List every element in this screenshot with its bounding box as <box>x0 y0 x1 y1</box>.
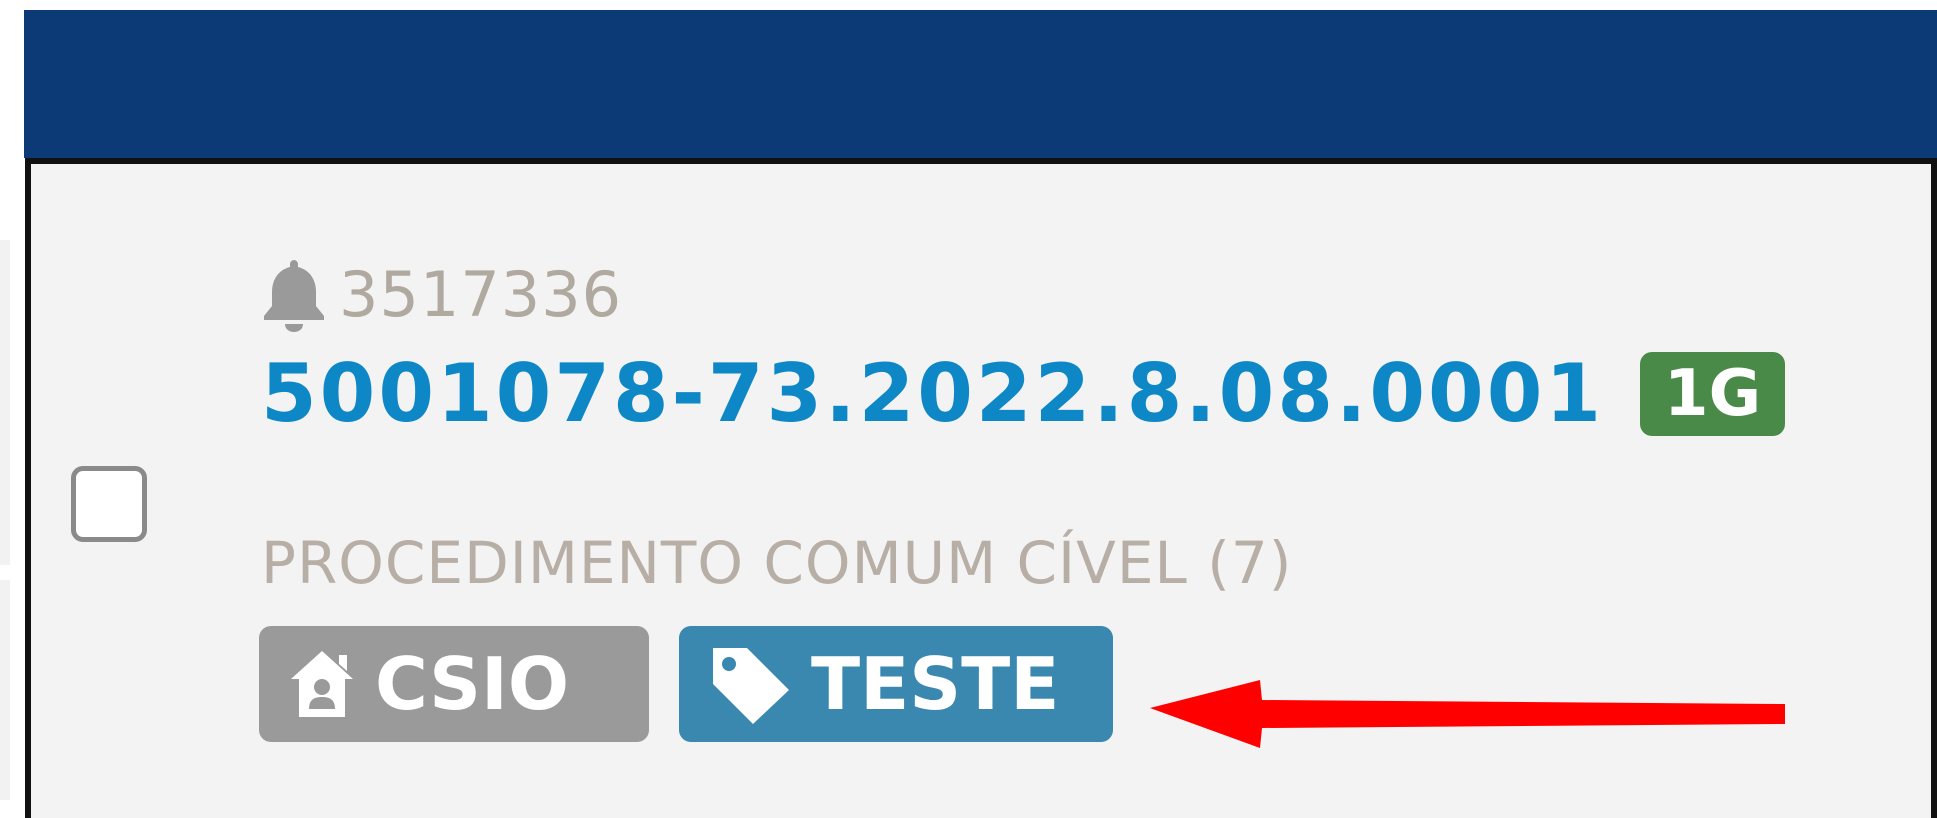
notification-id: 3517336 <box>339 257 623 331</box>
left-edge-panel <box>0 0 26 800</box>
tag-csio: CSIO <box>259 626 649 742</box>
select-checkbox[interactable] <box>71 466 147 542</box>
header-bar <box>24 10 1937 158</box>
tag-icon <box>707 642 793 726</box>
process-number-link[interactable]: 5001078-73.2022.8.08.0001 <box>261 354 1604 434</box>
house-user-icon <box>287 647 357 721</box>
left-edge-stub <box>0 580 10 800</box>
instance-badge: 1G <box>1640 352 1786 436</box>
process-line: 5001078-73.2022.8.08.0001 1G <box>261 352 1786 436</box>
process-class: PROCEDIMENTO COMUM CÍVEL (7) <box>261 529 1293 597</box>
tag-teste[interactable]: TESTE <box>679 626 1113 742</box>
left-edge-stub <box>0 240 10 565</box>
bell-icon <box>261 256 327 332</box>
tags-row: CSIO TESTE <box>259 626 1113 742</box>
tag-label: CSIO <box>375 642 570 726</box>
tag-label: TESTE <box>811 642 1060 726</box>
notification-line: 3517336 <box>261 254 622 334</box>
annotation-arrow <box>1150 680 1785 748</box>
